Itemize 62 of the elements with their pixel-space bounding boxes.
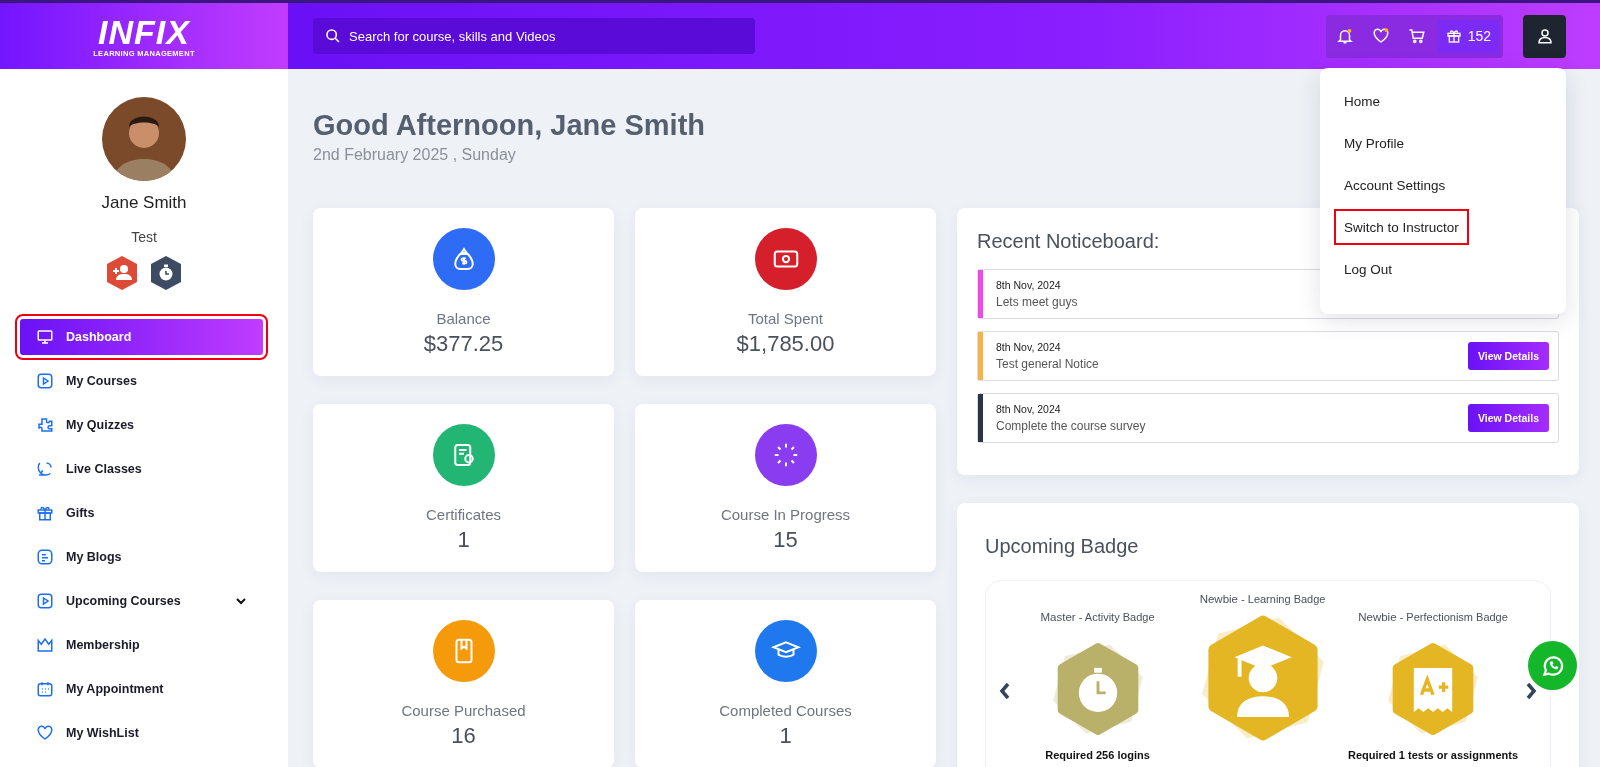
- stopwatch-icon[interactable]: [149, 255, 183, 291]
- view-details-button[interactable]: View Details: [1467, 342, 1549, 370]
- badge-title: Master - Activity Badge: [1040, 611, 1155, 623]
- user-icon: [1535, 27, 1554, 45]
- add-user-icon[interactable]: [105, 255, 139, 291]
- badge-title: Newbie - Learning Badge: [1199, 593, 1326, 605]
- notice-title: Lets meet guys: [996, 295, 1078, 309]
- card-title: Recent Noticeboard:: [977, 230, 1160, 253]
- menu-item[interactable]: Log Out: [1336, 248, 1401, 290]
- gift-icon: [36, 504, 54, 522]
- menu-item[interactable]: Account Settings: [1336, 164, 1454, 206]
- card-title: Upcoming Badge: [985, 535, 1139, 558]
- chevron-down-icon[interactable]: [235, 595, 247, 607]
- current-date: 2nd February 2025 , Sunday: [313, 146, 516, 164]
- sidebar-item[interactable]: Upcoming Courses: [20, 579, 263, 623]
- document-icon: [36, 548, 54, 566]
- play-icon: [36, 372, 54, 390]
- stat-label: Course In Progress: [720, 506, 851, 523]
- menu-item[interactable]: Home: [1336, 80, 1388, 122]
- calendar-icon: [36, 680, 54, 698]
- user-menu-button[interactable]: [1523, 14, 1566, 58]
- stat-value: 1: [779, 723, 792, 749]
- gift-points-button[interactable]: 152: [1437, 19, 1499, 53]
- view-details-button[interactable]: View Details: [1467, 404, 1549, 432]
- user-name: Jane Smith: [101, 193, 187, 213]
- crown-icon: [36, 636, 54, 654]
- sidebar-item[interactable]: My Courses: [20, 359, 263, 403]
- sidebar-item[interactable]: Gifts: [20, 491, 263, 535]
- search-field[interactable]: Search for course, skills and Videos: [313, 18, 755, 54]
- heart-icon: [36, 724, 54, 742]
- menu-item[interactable]: My Profile: [1336, 122, 1412, 164]
- stat-label: Certificates: [426, 506, 501, 523]
- notice-title: Test general Notice: [996, 357, 1099, 371]
- stat-label: Completed Courses: [719, 702, 852, 719]
- badge-requirement: Required 256 logins: [1045, 749, 1150, 761]
- user-role: Test: [131, 229, 157, 245]
- puzzle-icon: [36, 416, 54, 434]
- stat-value: 16: [451, 723, 476, 749]
- stat-value: $1,785.00: [736, 331, 835, 357]
- greeting-title: Good Afternoon, Jane Smith: [313, 109, 707, 142]
- menu-item[interactable]: Switch to Instructor: [1336, 211, 1467, 243]
- stat-value: 15: [773, 527, 798, 553]
- sidebar-item[interactable]: My Blogs: [20, 535, 263, 579]
- sidebar-item[interactable]: Live Classes: [20, 447, 263, 491]
- play-icon: [36, 592, 54, 610]
- stat-label: Course Purchased: [401, 702, 526, 719]
- sidebar-item[interactable]: Membership: [20, 623, 263, 667]
- notice-date: 8th Nov, 2024: [996, 279, 1062, 291]
- badge-requirement: Required 1 tests or assignments: [1348, 749, 1518, 761]
- sidebar-item[interactable]: My Appointment: [20, 667, 263, 711]
- stat-label: Total Spent: [747, 310, 824, 327]
- notice-title: Complete the course survey: [996, 419, 1146, 433]
- sidebar-item[interactable]: My WishList: [20, 711, 263, 755]
- stat-label: Balance: [436, 310, 491, 327]
- badge-title: Newbie - Perfectionism Badge: [1358, 611, 1508, 623]
- gift-icon: [1445, 28, 1462, 44]
- notice-date: 8th Nov, 2024: [996, 341, 1062, 353]
- sidebar-item[interactable]: My Quizzes: [20, 403, 263, 447]
- stat-value: $377.25: [423, 331, 504, 357]
- notice-date: 8th Nov, 2024: [996, 403, 1062, 415]
- monitor-icon: [36, 328, 54, 346]
- stat-value: 1: [457, 527, 470, 553]
